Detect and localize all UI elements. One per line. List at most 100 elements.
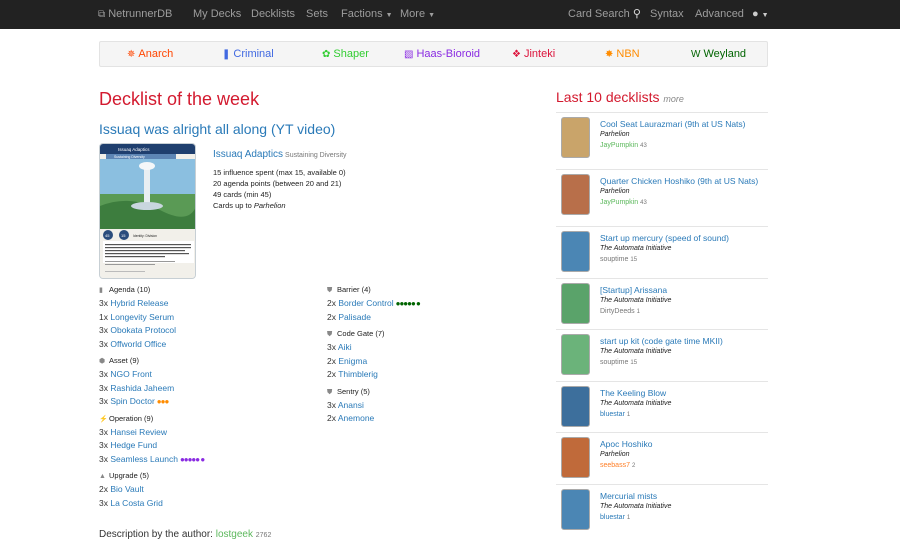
faction-label: Weyland xyxy=(703,48,747,60)
card-link-aiki[interactable]: Aiki xyxy=(338,342,352,352)
card-link-border-control[interactable]: Border Control xyxy=(338,298,393,308)
faction-weyland[interactable]: W Weyland xyxy=(691,42,746,67)
identity-thumbnail[interactable] xyxy=(561,231,590,272)
deck-title-link[interactable]: Issuaq was alright all along (YT video) xyxy=(99,121,335,137)
user-reputation: 15 xyxy=(630,257,638,263)
more-decklists-link[interactable]: more xyxy=(663,94,684,104)
nav-more-dropdown[interactable]: More ▼ xyxy=(400,0,435,30)
decklist-link[interactable]: Quarter Chicken Hoshiko (9th at US Nats) xyxy=(600,175,765,187)
decklist-format: The Automata Initiative xyxy=(600,348,672,355)
card-link-rashida-jaheem[interactable]: Rashida Jaheem xyxy=(110,383,174,393)
card-link-offworld-office[interactable]: Offworld Office xyxy=(110,339,166,349)
user-link[interactable]: JayPumpkin xyxy=(600,199,638,206)
card-link-longevity-serum[interactable]: Longevity Serum xyxy=(110,312,174,322)
card-search-button[interactable]: Card Search ⚲ xyxy=(568,0,641,28)
user-link[interactable]: DirtyDeeds xyxy=(600,308,635,315)
recent-decklist-item: Start up mercury (speed of sound) The Aut… xyxy=(556,226,768,278)
card-link-thimblerig[interactable]: Thimblerig xyxy=(338,369,378,379)
brand-link[interactable]: ⧉ NetrunnerDB xyxy=(98,0,172,29)
faction-haas-bioroid[interactable]: ▧ Haas-Bioroid xyxy=(404,42,480,67)
haas-bioroid-icon: ▧ xyxy=(404,49,414,60)
nav-decklists[interactable]: Decklists xyxy=(251,0,295,28)
faction-criminal[interactable]: ❚ Criminal xyxy=(222,42,274,67)
user-link[interactable]: bluestar xyxy=(600,411,625,418)
card-link-anemone[interactable]: Anemone xyxy=(338,413,374,423)
card-quantity: 3x xyxy=(99,369,108,379)
card-link-bio-vault[interactable]: Bio Vault xyxy=(110,484,143,494)
nav-advanced[interactable]: Advanced xyxy=(695,0,744,28)
user-menu[interactable]: ● ▼ xyxy=(752,0,769,30)
nav-sets[interactable]: Sets xyxy=(306,0,328,28)
decklist-format: Parhelion xyxy=(600,451,630,458)
card-quantity: 3x xyxy=(99,382,108,393)
recent-decklist-item: Mercurial mists The Automata Initiative bl… xyxy=(556,483,768,536)
top-navbar: ⧉ NetrunnerDB My Decks Decklists Sets Fa… xyxy=(0,0,900,29)
card-link-ngo-front[interactable]: NGO Front xyxy=(110,369,152,379)
decklist-link[interactable]: Start up mercury (speed of sound) xyxy=(600,232,765,244)
card-link-seamless-launch[interactable]: Seamless Launch xyxy=(110,454,178,464)
faction-shaper[interactable]: ✿ Shaper xyxy=(322,42,369,67)
identity-thumbnail[interactable] xyxy=(561,334,590,375)
identity-thumbnail[interactable] xyxy=(561,174,590,215)
card-link-palisade[interactable]: Palisade xyxy=(338,312,371,322)
card-link-hybrid-release[interactable]: Hybrid Release xyxy=(110,298,168,308)
card-link-obokata-protocol[interactable]: Obokata Protocol xyxy=(110,325,176,335)
user-link[interactable]: seebass7 xyxy=(600,462,630,469)
identity-thumbnail[interactable] xyxy=(561,437,590,478)
section-title: Asset (9) xyxy=(109,356,140,365)
page-title: Decklist of the week xyxy=(99,89,260,109)
card-link-spin-doctor[interactable]: Spin Doctor xyxy=(110,396,154,406)
nav-my-decks[interactable]: My Decks xyxy=(193,0,241,28)
card-quantity: 3x xyxy=(99,497,108,508)
card-link-enigma[interactable]: Enigma xyxy=(338,356,367,366)
card-subtitle-text: Sustaining Diversity xyxy=(114,155,145,159)
faction-anarch[interactable]: ✵ Anarch xyxy=(127,42,173,67)
identity-thumbnail[interactable] xyxy=(561,488,590,530)
card-link-hansei-review[interactable]: Hansei Review xyxy=(110,427,167,437)
influence-dots: ●●● xyxy=(156,397,169,406)
nav-syntax[interactable]: Syntax xyxy=(650,0,684,28)
identity-thumbnail[interactable] xyxy=(561,385,590,427)
faction-nbn[interactable]: ✸ NBN xyxy=(605,42,640,67)
faction-label: Jinteki xyxy=(523,48,556,60)
caret-down-icon: ▼ xyxy=(428,12,435,19)
decklist-link[interactable]: Cool Seat Laurazmari (9th at US Nats) xyxy=(600,118,765,130)
user-link[interactable]: souptime xyxy=(600,256,628,263)
deck-stats: 15 influence spent (max 15, available 0)… xyxy=(213,167,346,211)
user-link[interactable]: bluestar xyxy=(600,514,625,521)
card-link-hedge-fund[interactable]: Hedge Fund xyxy=(110,440,157,450)
decklist-author: seebass7 2 xyxy=(600,460,765,472)
identity-link[interactable]: Issuaq Adaptics xyxy=(213,149,283,160)
description-prefix: Description by the author: xyxy=(99,529,213,540)
recent-decklists: Cool Seat Laurazmari (9th at US Nats) Par… xyxy=(556,112,768,535)
decklist-link[interactable]: Mercurial mists xyxy=(600,490,765,502)
decklist-link[interactable]: Apoc Hoshiko xyxy=(600,438,765,450)
card-link-la-costa-grid[interactable]: La Costa Grid xyxy=(110,498,162,508)
faction-label: Criminal xyxy=(233,48,274,60)
cards-up-to-set: Parhelion xyxy=(253,201,286,210)
operation-icon: ⚡ xyxy=(99,415,108,423)
card-quantity: 3x xyxy=(99,440,108,450)
sidebar-heading: Last 10 decklists more xyxy=(556,89,684,105)
faction-jinteki[interactable]: ❖ Jinteki xyxy=(512,42,555,67)
user-link[interactable]: souptime xyxy=(600,359,628,366)
identity-thumbnail[interactable] xyxy=(561,117,590,158)
jinteki-icon: ❖ xyxy=(512,49,521,60)
card-row: 1x Longevity Serum xyxy=(99,311,309,325)
nav-factions-dropdown[interactable]: Factions ▼ xyxy=(341,0,393,30)
author-link[interactable]: lostgeek xyxy=(216,529,253,540)
user-link[interactable]: JayPumpkin xyxy=(600,142,638,149)
identity-card-image[interactable]: Issuaq Adaptics Sustaining Diversity 45 … xyxy=(99,143,196,279)
section-title: Upgrade (5) xyxy=(109,471,150,480)
faction-label: Shaper xyxy=(333,48,369,60)
identity-thumbnail[interactable] xyxy=(561,282,590,324)
card-link-anansi[interactable]: Anansi xyxy=(338,400,364,410)
decklist-link[interactable]: start up kit (code gate time MKII) xyxy=(600,335,765,347)
decklist-link[interactable]: The Keeling Blow xyxy=(600,387,765,399)
identity-subtitle: Sustaining Diversity xyxy=(285,152,347,159)
section-header: ▲ Upgrade (5) xyxy=(99,468,309,483)
influence-dots: ●●●●● ● xyxy=(179,454,205,464)
decklist-author: DirtyDeeds 1 xyxy=(600,306,765,318)
decklist-link[interactable]: [Startup] Arissana xyxy=(600,284,765,296)
card-title-text: Issuaq Adaptics xyxy=(118,147,150,152)
